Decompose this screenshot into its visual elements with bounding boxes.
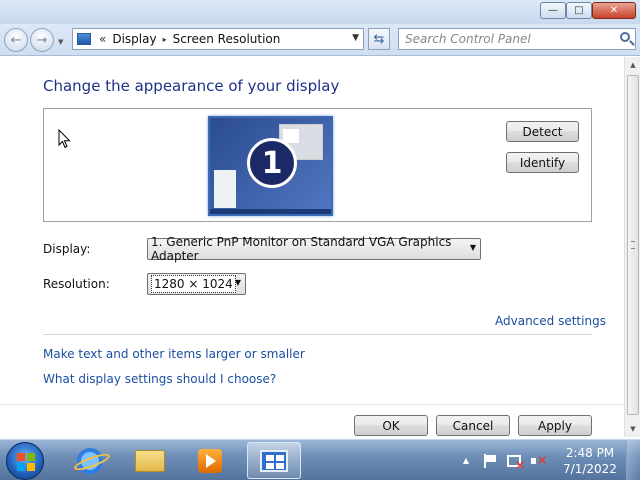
vertical-scrollbar[interactable]: ▲ ▼ [624,57,640,437]
search-box[interactable] [398,28,636,50]
show-hidden-icons-icon[interactable]: ▲ [458,453,474,469]
display-settings-icon [260,449,288,472]
clock-date: 7/1/2022 [563,462,617,476]
advanced-settings-link[interactable]: Advanced settings [495,314,606,328]
folder-icon [135,449,165,472]
taskbar: ▲ 2:48 PM 7/1/2022 [0,439,640,480]
scrollbar-thumb[interactable] [627,75,639,415]
page-title: Change the appearance of your display [43,77,340,95]
show-desktop-button[interactable] [626,440,640,480]
navigation-bar: ← → ▼ « Display ▸ Screen Resolution ▼ ⇆ [0,24,640,56]
ok-button[interactable]: OK [354,415,428,436]
volume-icon[interactable] [530,453,547,469]
address-dropdown-icon[interactable]: ▼ [352,33,359,43]
control-panel-taskbar-button[interactable] [247,442,301,479]
network-disconnected-icon [507,454,525,472]
footer-divider [0,404,624,405]
chevron-down-icon: ▼ [469,243,476,252]
display-select-value: 1. Generic PnP Monitor on Standard VGA G… [151,235,452,263]
breadcrumb-screen-resolution[interactable]: Screen Resolution [173,32,281,46]
detect-button[interactable]: Detect [506,121,579,142]
clock[interactable]: 2:48 PM 7/1/2022 [560,445,620,477]
refresh-button[interactable]: ⇆ [368,28,390,50]
divider [43,334,592,335]
recent-pages-dropdown-icon[interactable]: ▼ [58,38,63,46]
back-button[interactable]: ← [4,28,28,52]
monitor-taskbar-graphic [210,209,331,214]
breadcrumb-overflow-icon[interactable]: « [99,32,106,46]
forward-arrow-icon: → [36,32,48,48]
display-select[interactable]: 1. Generic PnP Monitor on Standard VGA G… [147,235,481,263]
breadcrumb-separator-icon[interactable]: ▸ [163,35,167,44]
screen-resolution-panel: Change the appearance of your display 1 … [0,57,624,437]
address-bar[interactable]: « Display ▸ Screen Resolution ▼ [72,28,364,50]
forward-button[interactable]: → [30,28,54,52]
close-button[interactable]: ✕ [592,2,636,19]
scroll-down-icon[interactable]: ▼ [625,421,640,437]
windows-explorer-taskbar-button[interactable] [123,442,177,479]
resolution-select-value: 1280 × 1024 [151,275,236,293]
internet-explorer-icon [77,447,103,474]
window-controls: — □ ✕ [540,2,636,19]
display-settings-help-link[interactable]: What display settings should I choose? [43,372,276,386]
system-tray: ▲ [458,440,554,480]
volume-muted-icon [531,453,547,467]
breadcrumb-display[interactable]: Display [112,32,156,46]
media-player-taskbar-button[interactable] [183,442,237,479]
monitor-sidebar-graphic [214,170,236,208]
search-input[interactable] [399,29,609,49]
clock-time: 2:48 PM [565,446,615,460]
resolution-select[interactable]: 1280 × 1024 ▼ [147,273,246,295]
start-button[interactable] [6,442,44,480]
chevron-down-icon: ▼ [234,278,241,287]
text-size-link[interactable]: Make text and other items larger or smal… [43,347,305,361]
cancel-button[interactable]: Cancel [436,415,510,436]
scroll-up-icon[interactable]: ▲ [625,57,640,73]
media-player-icon [198,448,222,473]
apply-button[interactable]: Apply [518,415,592,436]
search-icon[interactable] [620,32,630,42]
flag-icon [484,453,496,468]
network-icon[interactable] [506,453,525,472]
back-arrow-icon: ← [10,32,22,48]
resolution-label: Resolution: [43,277,110,291]
scrollbar-grip-icon [631,241,635,249]
refresh-icon: ⇆ [373,31,385,47]
internet-explorer-taskbar-button[interactable] [63,442,117,479]
monitor-arrangement-panel: 1 Detect Identify [43,108,592,222]
monitor-number: 1 [247,138,297,188]
display-label: Display: [43,242,91,256]
monitor-1-thumbnail[interactable]: 1 [208,116,333,216]
minimize-button[interactable]: — [540,2,566,19]
title-bar: — □ ✕ [0,0,640,24]
identify-button[interactable]: Identify [506,152,579,173]
maximize-button[interactable]: □ [566,2,592,19]
control-panel-icon [77,33,91,45]
action-center-flag-icon[interactable] [482,453,498,469]
